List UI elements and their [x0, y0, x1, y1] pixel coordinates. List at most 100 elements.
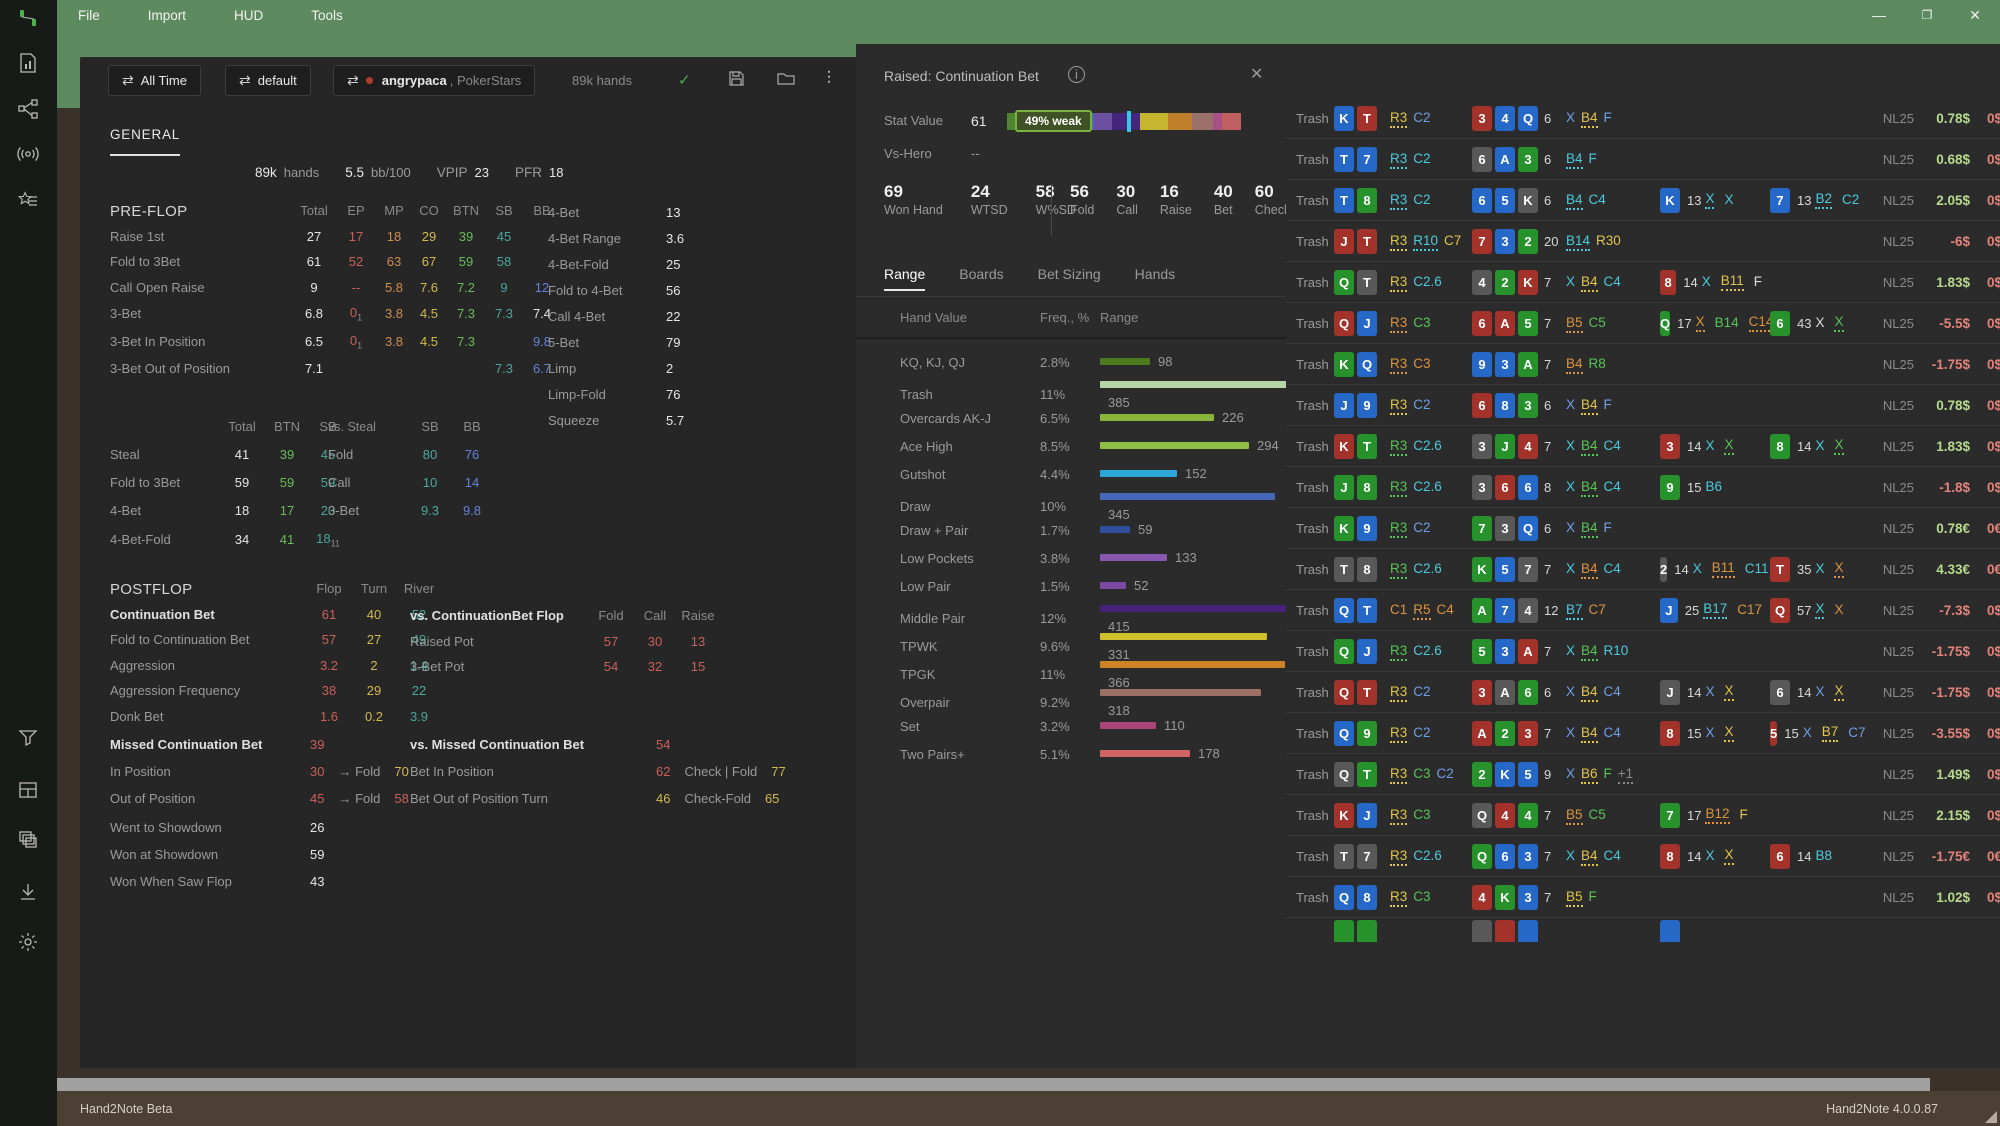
action-token: R3 — [1390, 561, 1407, 579]
menu-item-file[interactable]: File — [72, 4, 106, 27]
range-row[interactable]: Gutshot4.4%152 — [856, 460, 1286, 488]
hand-row[interactable]: TrashJ8R3C2.63668XB4C4915B6NL25-1.8$0$10… — [1286, 467, 2000, 508]
hand-row[interactable]: TrashKJR3C3Q447B5C5717B12FNL252.15$0$10 … — [1286, 795, 2000, 836]
player-selector-button[interactable]: ⇄ angrypaca , PokerStars — [333, 65, 535, 96]
tab-range[interactable]: Range — [884, 266, 925, 291]
rake-amount: 0$ — [1972, 111, 2000, 126]
street-group — [1660, 920, 1768, 942]
range-bar-wrap: 294 — [1100, 437, 1286, 455]
hand-row-partial[interactable] — [1286, 918, 2000, 942]
menu-item-tools[interactable]: Tools — [305, 4, 349, 27]
column-header: SB — [408, 419, 452, 434]
menu-item-import[interactable]: Import — [142, 4, 192, 27]
resize-grip[interactable] — [1985, 1111, 1997, 1123]
range-count: 178 — [1198, 746, 1220, 761]
hand-row[interactable]: TrashT8R3C2.6K577XB4C4214XB11C11T35XXNL2… — [1286, 549, 2000, 590]
favorites-icon[interactable] — [17, 189, 41, 213]
stat-value: 34 — [218, 532, 266, 547]
tab-hands[interactable]: Hands — [1135, 266, 1175, 291]
gradient-segment — [1094, 113, 1113, 130]
reports-icon[interactable] — [17, 52, 41, 76]
hand-row[interactable]: TrashQTC1R5C4A7412B7C7J25B17C17Q57XXNL25… — [1286, 590, 2000, 631]
card: A — [1472, 598, 1492, 623]
card: 6 — [1472, 147, 1492, 172]
range-row[interactable]: KQ, KJ, QJ2.8%98 — [856, 348, 1286, 376]
share-icon[interactable] — [17, 98, 41, 122]
close-icon[interactable]: ✕ — [1964, 7, 1986, 24]
action-token: X — [1566, 110, 1575, 126]
filter-icon[interactable] — [17, 726, 41, 750]
save-icon[interactable] — [728, 70, 745, 92]
hand-row[interactable]: TrashQTR3C23A66XB4C4J14XX614XXNL25-1.75$… — [1286, 672, 2000, 713]
hand-row[interactable]: TrashJ9R3C26836XB4FNL250.78$0$10 years — [1286, 385, 2000, 426]
hand-row[interactable]: TrashK9R3C273Q6XB4FNL250.78€0€10 years — [1286, 508, 2000, 549]
range-row[interactable]: Draw + Pair1.7%59 — [856, 516, 1286, 544]
hand-row[interactable]: TrashT8R3C265K6B4C4K13XX713B2C2NL252.05$… — [1286, 180, 2000, 221]
preflop-actions: R3C2.6 — [1390, 847, 1470, 866]
preflop-right-table: 4-Bet134-Bet Range3.64-Bet-Fold25Fold to… — [548, 205, 706, 428]
range-count: 52 — [1134, 578, 1148, 593]
summary-label: bb/100 — [371, 165, 411, 180]
range-row[interactable]: Low Pair1.5%52 — [856, 572, 1286, 600]
range-row[interactable]: Two Pairs+5.1%178 — [856, 740, 1286, 768]
action-token: C3 — [1413, 766, 1430, 782]
info-icon[interactable]: i — [1068, 66, 1085, 83]
range-row[interactable]: Overpair9.2%318 — [856, 684, 1286, 712]
hand-row[interactable]: TrashQ8R3C34K37B5FNL251.02$0$10 years — [1286, 877, 2000, 918]
card: 6 — [1770, 844, 1790, 869]
stat-label: 3-Bet Out of Position — [110, 361, 292, 376]
app-logo-icon[interactable] — [17, 7, 41, 31]
layout-icon[interactable] — [17, 779, 41, 803]
settings-icon[interactable] — [17, 931, 41, 955]
folder-icon[interactable] — [777, 71, 795, 91]
hand-row[interactable]: TrashQTR3C3C22K59XB6F+1NL251.49$0$10 yea… — [1286, 754, 2000, 795]
street-group: 214XB11C11 — [1660, 557, 1768, 582]
kebab-menu-icon[interactable]: ⋮ — [822, 68, 836, 85]
stat-label: In Position — [110, 764, 296, 779]
tab-boards[interactable]: Boards — [959, 266, 1003, 291]
hand-row[interactable]: TrashKQR3C393A7B4R8NL25-1.75$0$10 years — [1286, 344, 2000, 385]
range-row[interactable]: TPWK9.6%331 — [856, 628, 1286, 656]
download-icon[interactable] — [17, 881, 41, 905]
profile-filter-button[interactable]: ⇄ default — [225, 65, 311, 96]
hand-row[interactable]: TrashQJR3C2.653A7XB4R10NL25-1.75$0$10 ye… — [1286, 631, 2000, 672]
preflop-actions: R3C2 — [1390, 109, 1470, 128]
range-row[interactable]: Ace High8.5%294 — [856, 432, 1286, 460]
hand-row[interactable]: TrashKTR3C2.63J47XB4C4314XX814XXNL251.83… — [1286, 426, 2000, 467]
popup-title: Raised: Continuation Bet — [884, 68, 1039, 84]
range-row[interactable]: Low Pockets3.8%133 — [856, 544, 1286, 572]
range-row[interactable]: TPGK11%366 — [856, 656, 1286, 684]
broadcast-icon[interactable] — [17, 143, 41, 167]
tab-bet-sizing[interactable]: Bet Sizing — [1038, 266, 1101, 291]
hand-row[interactable]: TrashQJR3C36A57B5C5Q17XB14C14643XXNL25-5… — [1286, 303, 2000, 344]
range-row[interactable]: Set3.2%110 — [856, 712, 1286, 740]
range-row[interactable]: Trash11%385 — [856, 376, 1286, 404]
card: 7 — [1357, 844, 1377, 869]
hand-row[interactable]: TrashT7R3C2.6Q637XB4C4814XX614B8NL25-1.7… — [1286, 836, 2000, 877]
range-row[interactable]: Middle Pair12%415 — [856, 600, 1286, 628]
time-filter-button[interactable]: ⇄ All Time — [108, 65, 201, 96]
stat-value: 7.3 — [486, 361, 522, 376]
hand-row[interactable]: TrashJTR3R10C773220B14R30NL25-6$0$10 yea… — [1286, 221, 2000, 262]
card — [1334, 920, 1354, 942]
stack-icon[interactable] — [17, 829, 41, 853]
stat-value: 7.1 — [292, 361, 336, 376]
hand-row[interactable]: TrashKTR3C234Q6XB4FNL250.78$0$10 years — [1286, 98, 2000, 139]
hand-row[interactable]: TrashQTR3C2.642K7XB4C4814XB11FNL251.83$0… — [1286, 262, 2000, 303]
menu-item-hud[interactable]: HUD — [228, 4, 269, 27]
minimize-icon[interactable]: — — [1868, 7, 1890, 23]
stat-gradient-bar[interactable]: 49% weak — [1007, 113, 1241, 130]
check-icon[interactable]: ✓ — [678, 71, 691, 89]
popup-close-icon[interactable]: ✕ — [1250, 64, 1263, 84]
hand-row[interactable]: TrashT7R3C26A36B4FNL250.68$0$10 years — [1286, 139, 2000, 180]
tab-general[interactable]: GENERAL — [110, 127, 180, 156]
action-token: F — [1740, 807, 1748, 823]
range-row[interactable]: Overcards AK-J6.5%226 — [856, 404, 1286, 432]
maximize-icon[interactable]: ❐ — [1916, 8, 1938, 22]
win-amount: 2.15$ — [1916, 808, 1970, 823]
range-row[interactable]: Draw10%345 — [856, 488, 1286, 516]
vs-steal-title: vs. Steal — [328, 420, 408, 434]
horizontal-scrollbar[interactable] — [57, 1078, 1930, 1091]
hand-row[interactable]: TrashQ9R3C2A237XB4C4815XX515XB7C7NL25-3.… — [1286, 713, 2000, 754]
freq-value: 3.2% — [1040, 719, 1100, 734]
